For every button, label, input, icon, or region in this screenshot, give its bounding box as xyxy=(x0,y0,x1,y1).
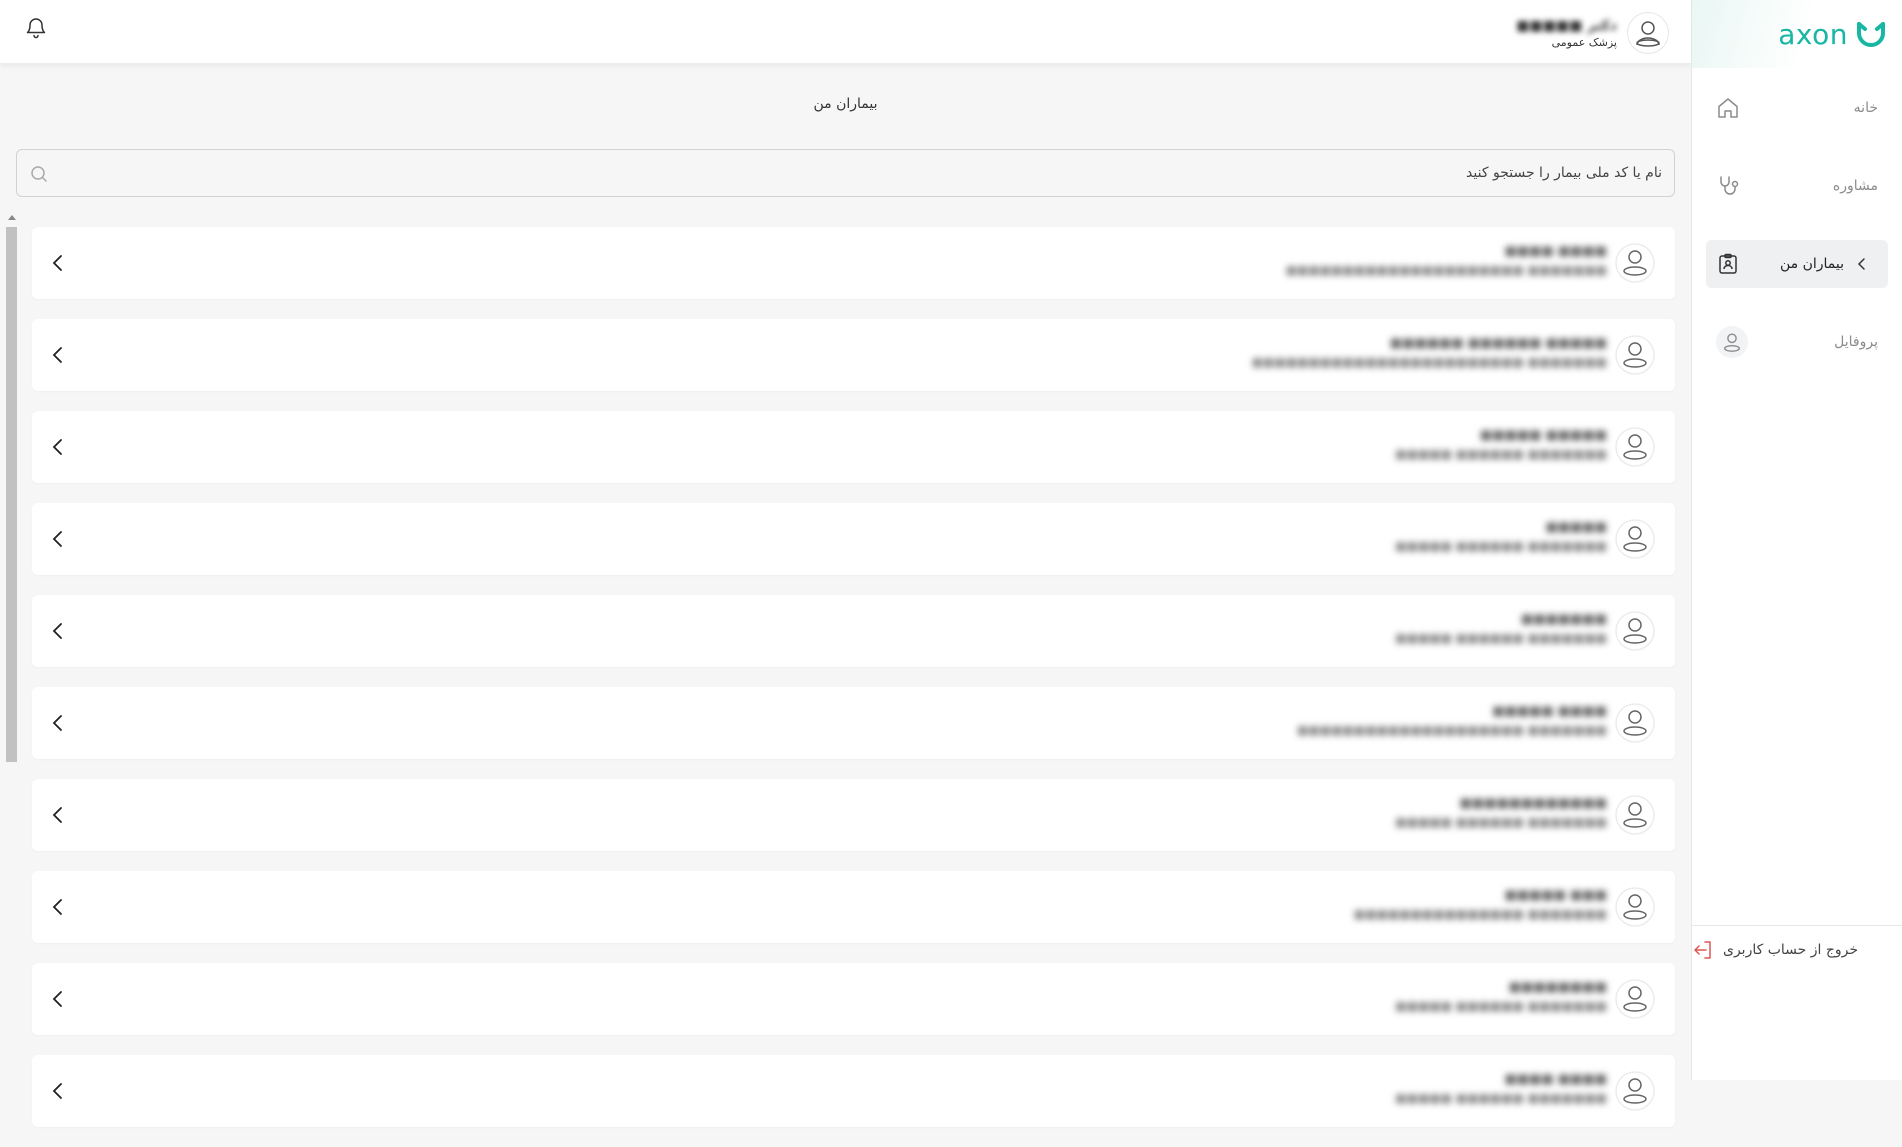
notification-bell-icon[interactable] xyxy=(24,16,48,40)
patient-avatar-icon xyxy=(1615,243,1655,283)
patient-avatar-icon xyxy=(1615,703,1655,743)
patient-info: ■■■■■ ■■■■■■■ ■■■■■■ ■■■■■ xyxy=(1395,519,1607,555)
chevron-left-icon[interactable] xyxy=(46,527,70,551)
sidebar-item-label: پروفایل xyxy=(1834,334,1878,350)
patient-details: ■■■■■■■ ■■■■■■ ■■■■■ xyxy=(1395,447,1607,461)
chevron-left-icon[interactable] xyxy=(46,435,70,459)
scroll-thumb[interactable] xyxy=(6,227,17,762)
patient-name: ■■■ ■■■■■ xyxy=(1504,888,1607,903)
sidebar-item-my-patients[interactable]: بیماران من xyxy=(1706,240,1888,288)
stethoscope-icon xyxy=(1720,176,1739,195)
logo-text: axon xyxy=(1778,17,1848,51)
patient-search-input[interactable] xyxy=(57,150,1672,196)
patient-details: ■■■■■■■ ■■■■■■■■■■■■■■■■■■■■■ xyxy=(1285,263,1607,277)
chevron-left-icon[interactable] xyxy=(46,895,70,919)
patient-card[interactable]: ■■■■ ■■■■ ■■■■■■■ ■■■■■■ ■■■■■ xyxy=(32,1055,1675,1127)
patient-avatar-icon xyxy=(1615,611,1655,651)
sidebar-item-profile[interactable]: پروفایل xyxy=(1706,318,1888,366)
patient-card[interactable]: ■■■■■ ■■■■■■■ ■■■■■■ ■■■■■ xyxy=(32,503,1675,575)
page-title: بیماران من xyxy=(813,96,878,112)
patient-avatar-icon xyxy=(1615,335,1655,375)
logout-icon xyxy=(1694,941,1711,959)
patient-details: ■■■■■■■ ■■■■■■ ■■■■■ xyxy=(1395,539,1607,553)
patient-card[interactable]: ■■■■■■■■ ■■■■■■■ ■■■■■■ ■■■■■ xyxy=(32,963,1675,1035)
chevron-left-icon[interactable] xyxy=(46,251,70,275)
user-avatar-icon xyxy=(1636,21,1660,47)
sidebar-item-home[interactable]: خانه xyxy=(1706,84,1888,132)
user-role: پزشک عمومی xyxy=(1551,35,1617,49)
patient-info: ■■■■ ■■■■ ■■■■■■■ ■■■■■■■■■■■■■■■■■■■■■ xyxy=(1286,243,1607,279)
chevron-left-icon[interactable] xyxy=(46,987,70,1011)
patient-name: ■■■■■■■■ xyxy=(1508,980,1607,995)
scroll-up-arrow-icon[interactable] xyxy=(8,215,16,220)
user-text: دکتر ■■■■■ پزشک عمومی xyxy=(1516,18,1617,49)
patient-info: ■■■■■■■ ■■■■■■■ ■■■■■■ ■■■■■ xyxy=(1395,611,1607,647)
logout-label: خروج از حساب کاربری xyxy=(1723,942,1859,958)
patient-name: ■■■■ ■■■■ xyxy=(1504,1072,1607,1087)
user-profile-block[interactable]: دکتر ■■■■■ پزشک عمومی xyxy=(1516,12,1669,54)
patient-details: ■■■■■■■ ■■■■■■ ■■■■■ xyxy=(1395,999,1607,1013)
patient-info: ■■■■■■■■ ■■■■■■■ ■■■■■■ ■■■■■ xyxy=(1395,979,1607,1015)
logout-button[interactable]: خروج از حساب کاربری xyxy=(1691,925,1902,962)
patient-info: ■■■ ■■■■■ ■■■■■■■ ■■■■■■■■■■■■■■■ xyxy=(1354,887,1607,923)
patient-avatar-icon xyxy=(1615,427,1655,467)
patient-info: ■■■■■■■■■■■■ ■■■■■■■ ■■■■■■ ■■■■■ xyxy=(1395,795,1607,831)
search-box xyxy=(16,149,1675,197)
patient-details: ■■■■■■■ ■■■■■■■■■■■■■■■■■■■■ xyxy=(1297,723,1607,737)
patient-list: ■■■■ ■■■■ ■■■■■■■ ■■■■■■■■■■■■■■■■■■■■■ … xyxy=(32,227,1675,1147)
patient-card[interactable]: ■■■■■ ■■■■■ ■■■■■■■ ■■■■■■ ■■■■■ xyxy=(32,411,1675,483)
sidebar-item-label: مشاوره xyxy=(1832,178,1878,194)
patient-name: ■■■■ ■■■■■ xyxy=(1492,704,1607,719)
patient-card[interactable]: ■■■■■■■ ■■■■■■■ ■■■■■■ ■■■■■ xyxy=(32,595,1675,667)
chevron-left-icon[interactable] xyxy=(46,803,70,827)
profile-icon-wrap xyxy=(1716,326,1748,358)
patient-card[interactable]: ■■■■■■■■■■■■ ■■■■■■■ ■■■■■■ ■■■■■ xyxy=(32,779,1675,851)
patient-card[interactable]: ■■■■ ■■■■ ■■■■■■■ ■■■■■■■■■■■■■■■■■■■■■ xyxy=(32,227,1675,299)
patient-card[interactable]: ■■■ ■■■■■ ■■■■■■■ ■■■■■■■■■■■■■■■ xyxy=(32,871,1675,943)
sidebar-nav: خانه مشاوره بیماران من پروفایل xyxy=(1692,84,1902,366)
patient-name: ■■■■■■■ xyxy=(1521,612,1607,627)
patient-avatar-icon xyxy=(1615,519,1655,559)
patient-name: ■■■■ ■■■■ xyxy=(1504,244,1607,259)
home-icon xyxy=(1718,98,1738,118)
avatar[interactable] xyxy=(1627,12,1669,54)
patient-name: ■■■■■ ■■■■■■ ■■■■■■ xyxy=(1389,336,1607,351)
patient-info: ■■■■■ ■■■■■ ■■■■■■■ ■■■■■■ ■■■■■ xyxy=(1395,427,1607,463)
patient-details: ■■■■■■■ ■■■■■■■■■■■■■■■■■■■■■■■■ xyxy=(1251,355,1607,369)
top-header: دکتر ■■■■■ پزشک عمومی xyxy=(0,0,1691,64)
brand-logo[interactable]: axon xyxy=(1692,0,1902,68)
patient-details: ■■■■■■■ ■■■■■■ ■■■■■ xyxy=(1395,631,1607,645)
patient-name: ■■■■■■■■■■■■ xyxy=(1459,796,1607,811)
sidebar-item-label: بیماران من xyxy=(1779,256,1844,272)
sidebar: axon خانه مشاوره بیماران من پروفایل خروج… xyxy=(1691,0,1902,1080)
patient-name: ■■■■■ xyxy=(1545,520,1607,535)
patient-avatar-icon xyxy=(1615,1071,1655,1111)
user-icon xyxy=(1723,333,1741,352)
patient-name: ■■■■■ ■■■■■ xyxy=(1480,428,1607,443)
patient-avatar-icon xyxy=(1615,887,1655,927)
patient-card[interactable]: ■■■■ ■■■■■ ■■■■■■■ ■■■■■■■■■■■■■■■■■■■■ xyxy=(32,687,1675,759)
patient-info: ■■■■■ ■■■■■■ ■■■■■■ ■■■■■■■ ■■■■■■■■■■■■… xyxy=(1252,335,1607,371)
scrollbar[interactable] xyxy=(5,213,18,1080)
patient-card[interactable]: ■■■■■ ■■■■■■ ■■■■■■ ■■■■■■■ ■■■■■■■■■■■■… xyxy=(32,319,1675,391)
sidebar-item-label: خانه xyxy=(1853,100,1878,116)
patient-info: ■■■■ ■■■■■ ■■■■■■■ ■■■■■■■■■■■■■■■■■■■■ xyxy=(1297,703,1607,739)
axon-logo-icon xyxy=(1857,22,1885,47)
patient-details: ■■■■■■■ ■■■■■■ ■■■■■ xyxy=(1395,815,1607,829)
chevron-left-icon[interactable] xyxy=(46,711,70,735)
chevron-left-icon[interactable] xyxy=(46,619,70,643)
patient-file-icon xyxy=(1719,253,1737,274)
chevron-left-icon[interactable] xyxy=(46,1079,70,1103)
sidebar-item-consultation[interactable]: مشاوره xyxy=(1706,162,1888,210)
patient-avatar-icon xyxy=(1615,795,1655,835)
patient-info: ■■■■ ■■■■ ■■■■■■■ ■■■■■■ ■■■■■ xyxy=(1395,1071,1607,1107)
patient-avatar-icon xyxy=(1615,979,1655,1019)
user-name: دکتر ■■■■■ xyxy=(1516,17,1617,34)
chevron-left-icon xyxy=(1857,258,1865,270)
chevron-left-icon[interactable] xyxy=(46,343,70,367)
patient-details: ■■■■■■■ ■■■■■■ ■■■■■ xyxy=(1395,1091,1607,1105)
patient-details: ■■■■■■■ ■■■■■■■■■■■■■■■ xyxy=(1353,907,1607,921)
search-icon[interactable] xyxy=(29,164,49,184)
